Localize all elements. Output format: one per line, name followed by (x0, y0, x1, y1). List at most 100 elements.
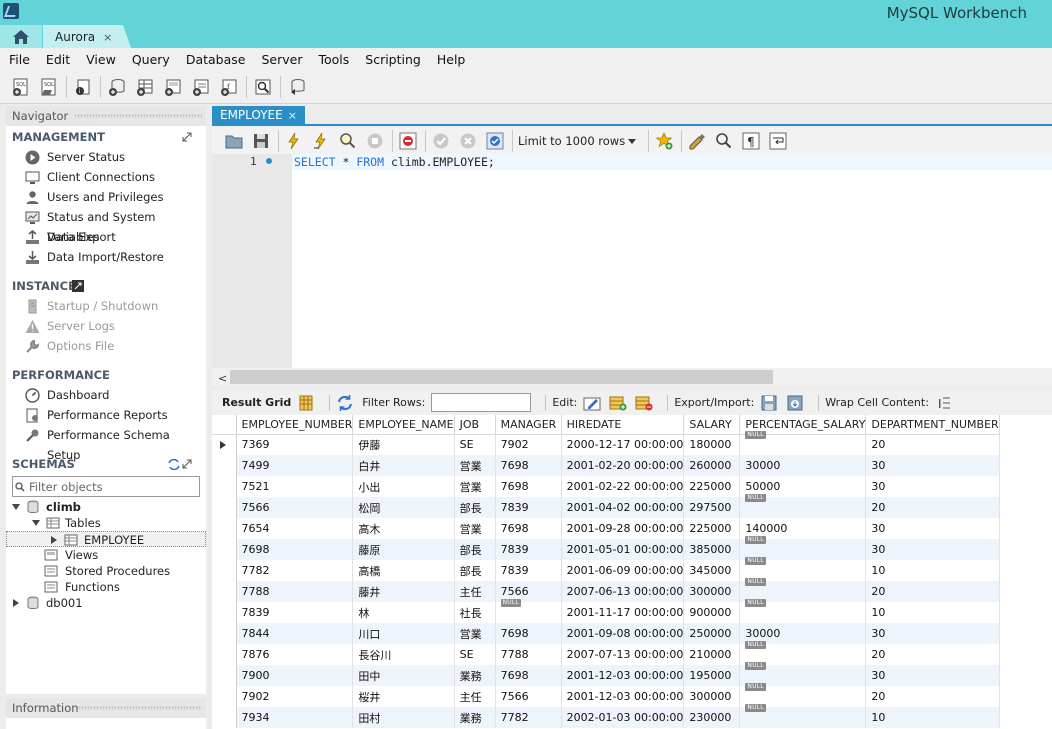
table-cell[interactable]: 195000 (683, 665, 741, 686)
table-cell[interactable]: 7521 (236, 476, 354, 497)
column-header[interactable]: HIREDATE (561, 415, 685, 435)
table-cell[interactable]: 7788 (236, 581, 354, 602)
row-header[interactable] (212, 581, 237, 602)
table-row[interactable]: 7902 桜井 主任 7566 2001-12-03 00:00:00 300000 NUL… (212, 683, 1000, 707)
table-cell[interactable]: 385000 (683, 539, 741, 560)
table-row[interactable]: 7566 松岡 部長 7839 2001-04-02 00:00:00 297500 NUL… (212, 494, 1000, 518)
expand-arrow-icon[interactable] (13, 599, 19, 607)
table-cell[interactable]: 2001-09-08 00:00:00 (561, 623, 685, 644)
column-header[interactable]: DEPARTMENT_NUMBER (865, 415, 1000, 435)
word-wrap-icon[interactable] (768, 131, 788, 151)
tree-schema-db001[interactable]: db001 (6, 595, 206, 611)
table-cell[interactable]: 7839 (495, 560, 562, 581)
table-cell[interactable]: 2000-12-17 00:00:00 (561, 434, 685, 455)
execute-icon[interactable] (284, 131, 304, 151)
table-cell[interactable]: 藤原 (352, 539, 455, 560)
table-cell[interactable]: NULL (739, 704, 867, 728)
commit-icon[interactable] (431, 131, 451, 151)
tree-schema-climb[interactable]: climb (6, 499, 206, 515)
table-cell[interactable]: 2001-04-02 00:00:00 (561, 497, 685, 518)
tree-table-employee[interactable]: EMPLOYEE (6, 531, 206, 547)
nav-client-connections[interactable]: Client Connections (6, 167, 206, 187)
table-cell[interactable]: 230000 (683, 707, 741, 728)
nav-server-status[interactable]: Server Status (6, 147, 206, 167)
table-cell[interactable]: 260000 (683, 455, 741, 476)
menu-database[interactable]: Database (186, 52, 246, 67)
beautify-icon[interactable] (687, 131, 707, 151)
open-folder-icon[interactable] (224, 131, 244, 151)
table-row[interactable]: 7698 藤原 部長 7839 2001-05-01 00:00:00 385000 NUL… (212, 536, 1000, 560)
reconnect-icon[interactable] (286, 76, 308, 98)
nav-data-export[interactable]: Data Export (6, 227, 206, 247)
new-sql-tab-icon[interactable]: SQL (10, 76, 32, 98)
editor-horizontal-scrollbar[interactable]: < (212, 368, 1052, 386)
table-cell[interactable]: 7839 (236, 602, 354, 623)
table-row[interactable]: 7839 林社長 NULL 2001-11-17 00:00:00 900000 NULL… (212, 599, 1000, 623)
menu-edit[interactable]: Edit (46, 52, 70, 67)
table-cell[interactable]: 7566 (495, 686, 562, 707)
query-tab-employee[interactable]: EMPLOYEE × (212, 106, 305, 126)
toggle-continue-on-error-icon[interactable] (398, 131, 418, 151)
column-header[interactable]: JOB (454, 415, 496, 435)
table-cell[interactable]: 7902 (495, 434, 562, 455)
table-row[interactable]: 7369 伊藤 SE 7902 2000-12-17 00:00:00 180000 NUL… (212, 431, 1000, 455)
table-cell[interactable]: 345000 (683, 560, 741, 581)
table-cell[interactable]: 7566 (236, 497, 354, 518)
table-cell[interactable]: 180000 (683, 434, 741, 455)
table-cell[interactable]: NULL (739, 431, 867, 455)
table-cell[interactable]: 30 (865, 539, 1000, 560)
scroll-left-icon[interactable]: < (218, 372, 227, 385)
table-cell[interactable]: 7782 (495, 707, 562, 728)
table-cell[interactable]: 長谷川 (352, 644, 455, 665)
table-cell[interactable]: 営業 (454, 518, 496, 539)
table-cell[interactable]: 30 (865, 623, 1000, 644)
code-line[interactable]: SELECT * FROM climb.EMPLOYEE; (292, 154, 1052, 170)
table-cell[interactable]: NULL (739, 599, 867, 623)
table-cell[interactable]: 10 (865, 560, 1000, 581)
menu-file[interactable]: File (9, 52, 30, 67)
table-cell[interactable]: 白井 (352, 455, 455, 476)
table-cell[interactable]: 業務 (454, 665, 496, 686)
sql-editor[interactable]: 1 SELECT * FROM climb.EMPLOYEE; (212, 154, 1052, 368)
table-row[interactable]: 7934 田村 業務 7782 2002-01-03 00:00:00 230000 NUL… (212, 704, 1000, 728)
table-cell[interactable]: 営業 (454, 623, 496, 644)
row-header[interactable] (212, 665, 237, 686)
inspector-icon[interactable]: i (72, 76, 94, 98)
table-cell[interactable]: 20 (865, 497, 1000, 518)
nav-options-file[interactable]: Options File (6, 336, 206, 356)
collapse-arrow-icon[interactable] (12, 504, 20, 510)
table-cell[interactable]: 2001-12-03 00:00:00 (561, 665, 685, 686)
table-cell[interactable]: 210000 (683, 644, 741, 665)
table-cell[interactable]: 林 (352, 602, 455, 623)
table-row[interactable]: 7844 川口 営業 7698 2001-09-08 00:00:00 250000 300… (212, 623, 1000, 644)
table-cell[interactable]: 主任 (454, 686, 496, 707)
nav-server-logs[interactable]: Server Logs (6, 316, 206, 336)
collapse-arrow-icon[interactable] (32, 520, 40, 526)
table-cell[interactable]: 7698 (495, 518, 562, 539)
table-cell[interactable]: 藤井 (352, 581, 455, 602)
table-cell[interactable]: 川口 (352, 623, 455, 644)
row-header[interactable] (212, 707, 237, 728)
table-cell[interactable]: 300000 (683, 581, 741, 602)
edit-row-icon[interactable] (583, 394, 601, 412)
table-cell[interactable]: 225000 (683, 476, 741, 497)
menu-help[interactable]: Help (437, 52, 466, 67)
nav-data-import[interactable]: Data Import/Restore (6, 247, 206, 267)
table-cell[interactable]: 部長 (454, 560, 496, 581)
table-cell[interactable]: 2001-02-20 00:00:00 (561, 455, 685, 476)
explain-icon[interactable] (338, 131, 358, 151)
table-cell[interactable]: 7698 (495, 476, 562, 497)
table-cell[interactable]: 田中 (352, 665, 455, 686)
scrollbar-thumb[interactable] (230, 370, 773, 384)
table-cell[interactable]: 30 (865, 476, 1000, 497)
row-header[interactable] (212, 644, 237, 665)
home-tab[interactable] (0, 25, 42, 48)
table-cell[interactable]: 高橋 (352, 560, 455, 581)
table-cell[interactable]: 桜井 (352, 686, 455, 707)
table-cell[interactable]: 2001-06-09 00:00:00 (561, 560, 685, 581)
nav-startup-shutdown[interactable]: Startup / Shutdown (6, 296, 206, 316)
schema-filter-input[interactable] (29, 477, 199, 496)
tree-stored-procedures[interactable]: Stored Procedures (6, 563, 206, 579)
row-header[interactable] (212, 539, 237, 560)
table-cell[interactable]: 297500 (683, 497, 741, 518)
